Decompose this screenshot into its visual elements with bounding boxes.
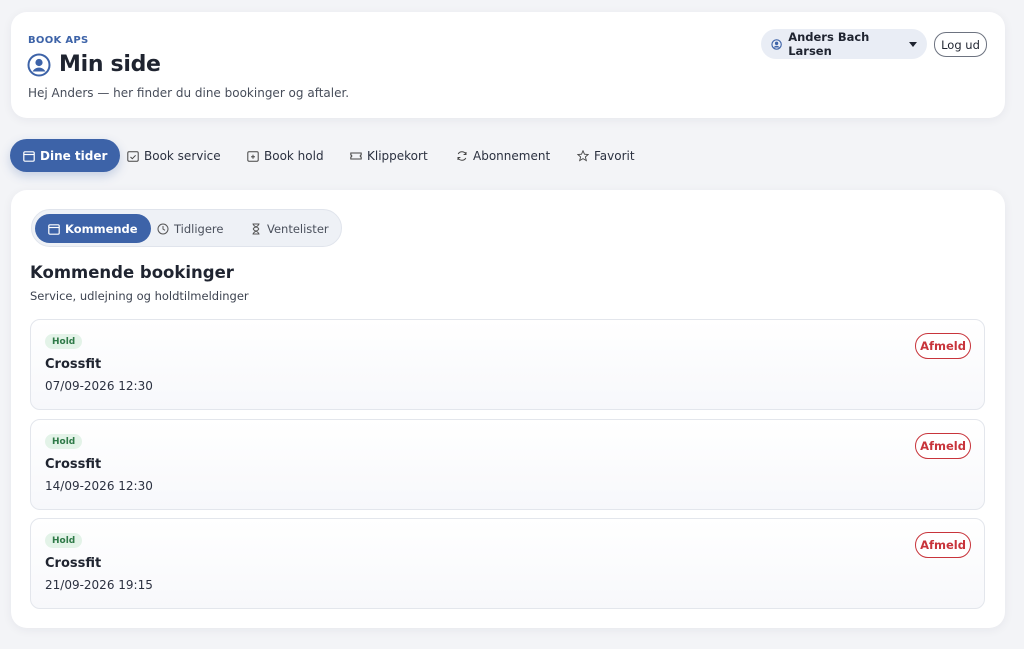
main-tabs: Dine tider Book service Book hold Klippe… bbox=[10, 139, 710, 172]
subtab-kommende[interactable]: Kommende bbox=[35, 214, 151, 243]
subtab-label: Ventelister bbox=[267, 221, 329, 236]
calendar-check-icon bbox=[127, 150, 139, 162]
booking-datetime: 21/09-2026 19:15 bbox=[45, 578, 153, 592]
page-title-row: Min side bbox=[27, 52, 161, 77]
user-menu-button[interactable]: Anders Bach Larsen bbox=[761, 29, 927, 59]
caret-down-icon bbox=[909, 41, 917, 47]
calendar-icon bbox=[48, 223, 60, 235]
tab-dine-tider[interactable]: Dine tider bbox=[10, 139, 121, 172]
booking-datetime: 07/09-2026 12:30 bbox=[45, 379, 153, 393]
tab-favorit[interactable]: Favorit bbox=[577, 139, 635, 172]
tab-label: Abonnement bbox=[473, 148, 551, 163]
subtab-label: Tidligere bbox=[174, 221, 224, 236]
booking-title: Crossfit bbox=[45, 556, 102, 571]
star-icon bbox=[577, 149, 589, 162]
calendar-icon bbox=[23, 150, 35, 162]
page-subtitle: Hej Anders — her finder du dine bookinge… bbox=[28, 86, 350, 100]
tab-label: Book service bbox=[144, 148, 221, 163]
tab-label: Klippekort bbox=[367, 148, 428, 163]
booking-type-badge: Hold bbox=[45, 334, 83, 349]
booking-type-badge: Hold bbox=[45, 533, 83, 548]
subtab-ventelister[interactable]: Ventelister bbox=[250, 214, 329, 243]
hourglass-icon bbox=[252, 223, 260, 234]
tab-klippekort[interactable]: Klippekort bbox=[350, 139, 428, 172]
booking-card: Hold Crossfit 07/09-2026 12:30 Afmeld bbox=[30, 319, 985, 410]
subtab-tidligere[interactable]: Tidligere bbox=[157, 214, 223, 243]
tab-book-service[interactable]: Book service bbox=[127, 139, 221, 172]
logout-button[interactable]: Log ud bbox=[934, 32, 987, 57]
booking-title: Crossfit bbox=[45, 357, 102, 372]
refresh-icon bbox=[457, 150, 467, 161]
cancel-booking-button[interactable]: Afmeld bbox=[915, 333, 971, 359]
booking-card: Hold Crossfit 21/09-2026 19:15 Afmeld bbox=[30, 518, 985, 609]
ticket-icon bbox=[350, 152, 362, 159]
user-circle-icon bbox=[27, 53, 51, 76]
booking-title: Crossfit bbox=[45, 457, 102, 472]
calendar-plus-icon bbox=[247, 150, 259, 162]
section-title: Kommende bookinger bbox=[30, 263, 234, 282]
clock-icon bbox=[157, 223, 169, 234]
booking-card: Hold Crossfit 14/09-2026 12:30 Afmeld bbox=[30, 419, 985, 510]
cancel-booking-button[interactable]: Afmeld bbox=[915, 433, 971, 459]
user-circle-icon bbox=[771, 38, 782, 50]
tab-label: Dine tider bbox=[40, 148, 108, 163]
tab-label: Book hold bbox=[264, 148, 324, 163]
cancel-booking-button[interactable]: Afmeld bbox=[915, 532, 971, 558]
page-title: Min side bbox=[59, 52, 161, 77]
user-name: Anders Bach Larsen bbox=[788, 30, 870, 58]
booking-type-badge: Hold bbox=[45, 434, 83, 449]
bookings-panel: Kommende Tidligere Ventelister Kommende … bbox=[11, 190, 1005, 628]
brand-label: BOOK APS bbox=[28, 35, 89, 46]
sub-tabs: Kommende Tidligere Ventelister bbox=[31, 209, 342, 247]
tab-abonnement[interactable]: Abonnement bbox=[456, 139, 550, 172]
subtab-label: Kommende bbox=[65, 221, 138, 236]
tab-label: Favorit bbox=[594, 148, 635, 163]
tab-book-hold[interactable]: Book hold bbox=[247, 139, 324, 172]
booking-datetime: 14/09-2026 12:30 bbox=[45, 479, 153, 493]
header-card: BOOK APS Min side Hej Anders — her finde… bbox=[11, 12, 1005, 118]
section-subtitle: Service, udlejning og holdtilmeldinger bbox=[30, 289, 249, 303]
